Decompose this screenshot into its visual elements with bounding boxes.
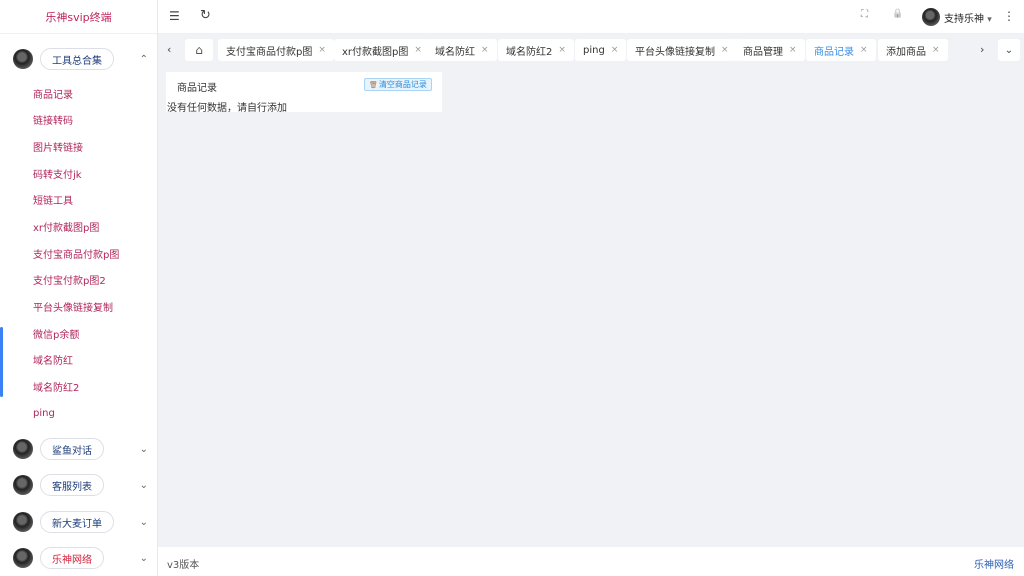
home-icon: ⌂ (195, 43, 203, 57)
caret-down-icon: ▾ (987, 15, 992, 25)
tabs-prev-icon[interactable]: ‹ (167, 43, 171, 56)
close-icon[interactable]: × (721, 45, 729, 55)
close-icon[interactable]: × (932, 45, 940, 55)
footer-brand-link[interactable]: 乐神网络 (974, 556, 1014, 571)
tab-home[interactable]: ⌂ (185, 39, 213, 61)
menu-toggle-icon[interactable]: ☰ (169, 9, 180, 23)
close-icon[interactable]: × (611, 45, 619, 55)
more-icon[interactable]: ⋮ (1003, 9, 1015, 23)
chevron-down-icon: ⌄ (139, 443, 148, 455)
empty-state-text: 没有任何数据，请自行添加 (167, 103, 287, 114)
sidebar-item-code-pay-jk[interactable]: 码转支付jk (33, 164, 82, 182)
sidebar-item-alipay-payment-2[interactable]: 支付宝付款p图2 (33, 270, 106, 288)
tab-label: 平台头像链接复制 (635, 46, 715, 58)
sidebar: 乐神svip终端 工具总合集 ⌃ 商品记录 链接转码 图片转链接 码转支付jk … (0, 0, 158, 576)
sidebar-item-short-link[interactable]: 短链工具 (33, 190, 73, 208)
chevron-up-icon: ⌃ (139, 53, 148, 65)
close-icon[interactable]: × (414, 45, 422, 55)
sidebar-group-service-list[interactable]: 客服列表 ⌄ (0, 472, 158, 498)
app-logo[interactable]: 乐神svip终端 (0, 0, 157, 34)
fullscreen-icon[interactable]: ⛶ (861, 9, 868, 20)
sidebar-item-domain-antiblock[interactable]: 域名防红 (33, 350, 73, 368)
version-label: v3版本 (167, 560, 200, 571)
sidebar-group-damai-orders[interactable]: 新大麦订单 ⌄ (0, 509, 158, 535)
clear-records-label: 清空商品记录 (378, 80, 427, 89)
sidebar-group-label: 客服列表 (40, 474, 104, 496)
tab-add-goods[interactable]: 添加商品 × (878, 39, 948, 61)
tabs-bar: ‹ ⌂ 支付宝商品付款p图 × xr付款截图p图 × 域名防红 × 域名防红2 × pi… (158, 36, 1024, 64)
avatar (13, 548, 33, 568)
avatar (13, 439, 33, 459)
tab-label: xr付款截图p图 (342, 46, 409, 58)
sidebar-group-label: 工具总合集 (40, 48, 114, 70)
chevron-down-icon: ⌄ (139, 552, 148, 564)
username: 支持乐神 (944, 14, 984, 25)
card-title: 商品记录 (177, 83, 217, 94)
sidebar-item-domain-antiblock-2[interactable]: 域名防红2 (33, 377, 79, 395)
sidebar-scrollbar[interactable] (0, 327, 3, 397)
lock-icon[interactable]: 🔒 (892, 9, 903, 19)
close-icon[interactable]: × (481, 45, 489, 55)
close-icon[interactable]: × (860, 45, 868, 55)
goods-records-card: 商品记录 🗑 清空商品记录 没有任何数据，请自行添加 (166, 72, 442, 114)
chevron-down-icon: ⌄ (139, 516, 148, 528)
sidebar-item-wechat-balance[interactable]: 微信p余额 (33, 324, 79, 342)
user-avatar[interactable] (922, 8, 940, 26)
sidebar-group-shark-chat[interactable]: 鲨鱼对话 ⌄ (0, 436, 158, 462)
tab-xr-payment-screenshot[interactable]: xr付款截图p图 × (334, 39, 430, 61)
sidebar-item-alipay-goods-payment[interactable]: 支付宝商品付款p图 (33, 244, 119, 262)
trash-icon: 🗑 (369, 80, 378, 89)
sidebar-group-tools[interactable]: 工具总合集 ⌃ (0, 46, 158, 72)
tab-alipay-goods-payment[interactable]: 支付宝商品付款p图 × (218, 39, 334, 61)
avatar (13, 475, 33, 495)
tabs-dropdown-button[interactable]: ⌄ (998, 39, 1020, 61)
tab-label: 商品管理 (743, 46, 783, 58)
tab-label: 支付宝商品付款p图 (226, 46, 313, 58)
tab-label: 商品记录 (814, 46, 854, 58)
sidebar-item-image-to-link[interactable]: 图片转链接 (33, 137, 83, 155)
sidebar-item-xr-payment-screenshot[interactable]: xr付款截图p图 (33, 217, 99, 235)
tab-ping[interactable]: ping × (575, 39, 627, 61)
sidebar-item-link-transcode[interactable]: 链接转码 (33, 110, 73, 128)
footer: v3版本 乐神网络 (158, 547, 1024, 576)
chevron-down-icon: ⌄ (1004, 44, 1014, 56)
tabs-next-icon[interactable]: › (980, 43, 984, 56)
close-icon[interactable]: × (789, 45, 797, 55)
sidebar-group-label: 新大麦订单 (40, 511, 114, 533)
top-header: ☰ ↻ ⛶ 🔒 支持乐神 ▾ ⋮ (158, 0, 1024, 34)
refresh-icon[interactable]: ↻ (200, 8, 211, 23)
tab-domain-antiblock[interactable]: 域名防红 × (427, 39, 497, 61)
tab-label: 域名防红 (435, 46, 475, 58)
sidebar-group-leshen-network[interactable]: 乐神网络 ⌄ (0, 545, 158, 571)
tab-label: 添加商品 (886, 46, 926, 58)
tab-label: 域名防红2 (506, 46, 553, 58)
avatar (13, 512, 33, 532)
sidebar-group-label: 乐神网络 (40, 547, 104, 569)
avatar (13, 49, 33, 69)
tab-label: ping (583, 44, 605, 56)
sidebar-item-goods-records[interactable]: 商品记录 (33, 84, 73, 102)
chevron-down-icon: ⌄ (139, 479, 148, 491)
clear-records-button[interactable]: 🗑 清空商品记录 (364, 78, 432, 91)
tab-goods-records[interactable]: 商品记录 × (806, 39, 876, 61)
tab-goods-management[interactable]: 商品管理 × (735, 39, 805, 61)
sidebar-item-ping[interactable]: ping (33, 404, 55, 422)
tab-avatar-link-copy[interactable]: 平台头像链接复制 × (627, 39, 737, 61)
close-icon[interactable]: × (318, 45, 326, 55)
tab-domain-antiblock-2[interactable]: 域名防红2 × (498, 39, 574, 61)
sidebar-group-label: 鲨鱼对话 (40, 438, 104, 460)
sidebar-item-avatar-link-copy[interactable]: 平台头像链接复制 (33, 297, 113, 315)
user-menu[interactable]: 支持乐神 ▾ (944, 10, 992, 25)
close-icon[interactable]: × (558, 45, 566, 55)
